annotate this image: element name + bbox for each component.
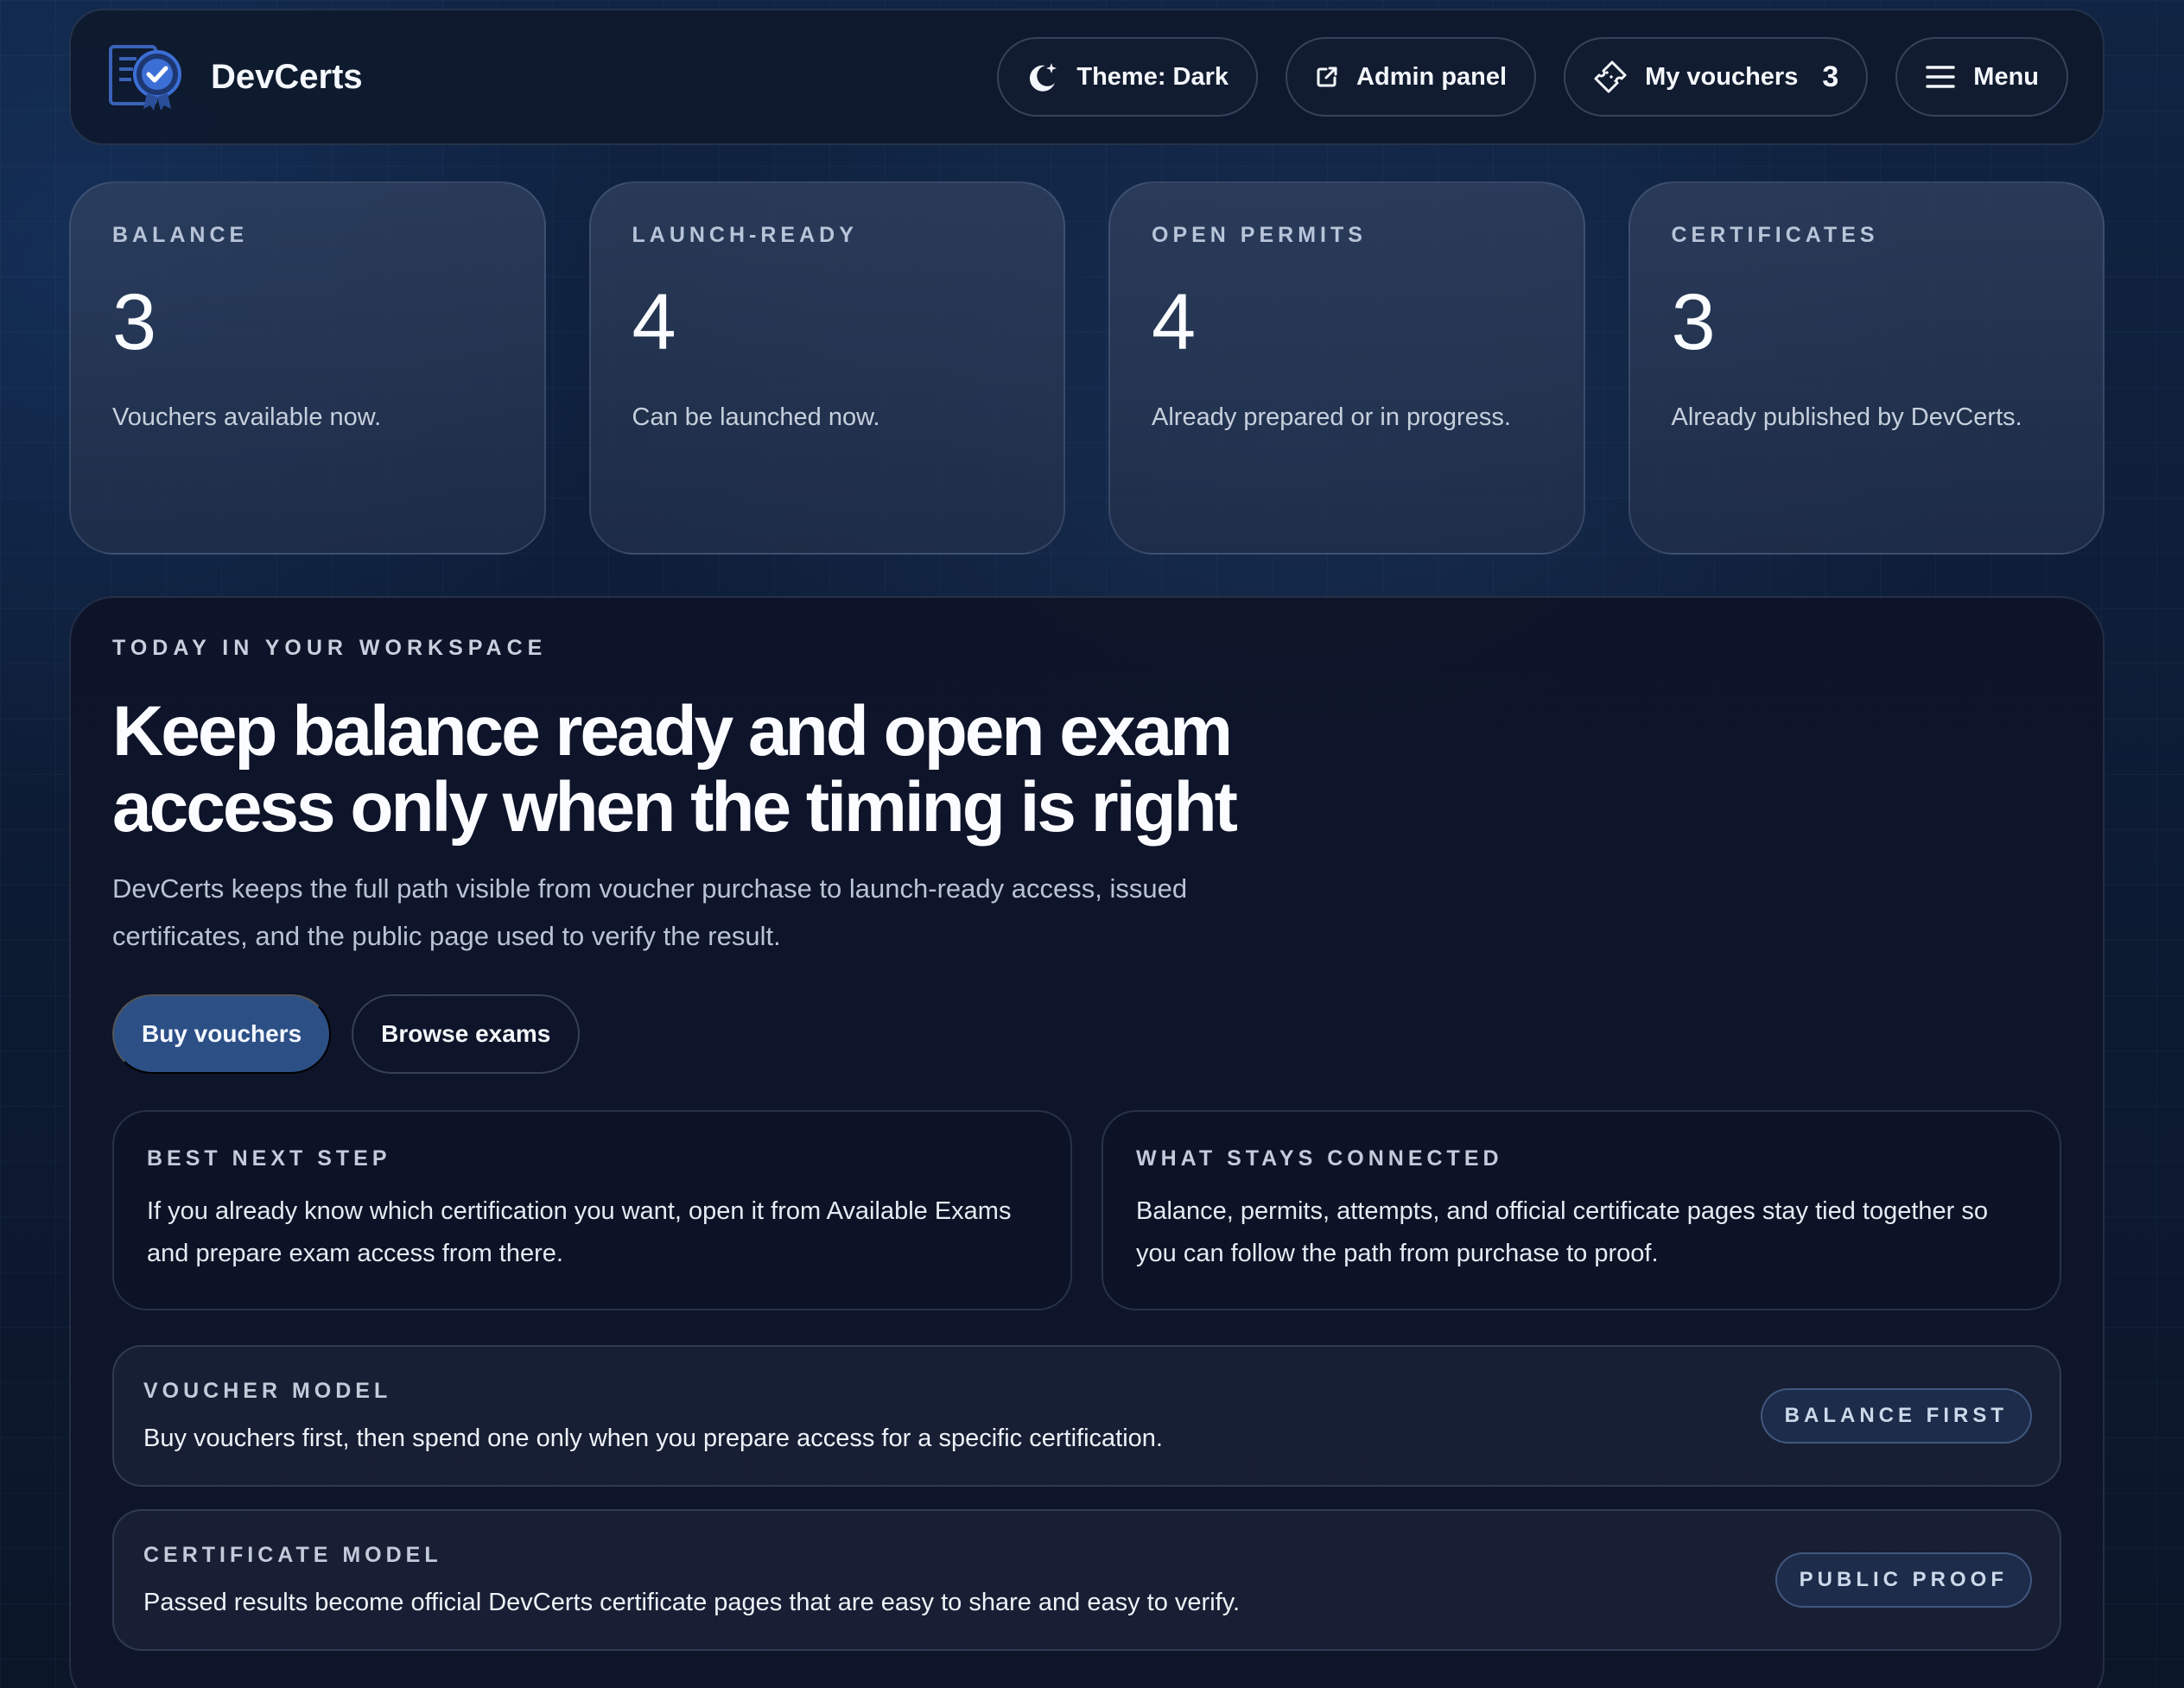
- voucher-model-row: VOUCHER MODEL Buy vouchers first, then s…: [112, 1345, 2061, 1487]
- hero-description: DevCerts keeps the full path visible fro…: [112, 873, 1188, 951]
- stat-label: LAUNCH-READY: [632, 223, 858, 247]
- stat-description: Can be launched now.: [632, 403, 880, 431]
- stat-value: 4: [632, 278, 676, 366]
- status-badge: BALANCE FIRST: [1760, 1388, 2032, 1444]
- menu-label: Menu: [1973, 62, 2039, 91]
- workspace-panel: TODAY IN YOUR WORKSPACE Keep balance rea…: [69, 596, 2105, 1688]
- vouchers-count-badge: 3: [1822, 60, 1839, 93]
- model-label: VOUCHER MODEL: [143, 1379, 392, 1403]
- certificate-badge-icon: [109, 43, 183, 111]
- my-vouchers-button[interactable]: My vouchers 3: [1564, 37, 1869, 117]
- theme-toggle-label: Theme: Dark: [1076, 62, 1229, 91]
- top-header: DevCerts Theme: Dark Admin panel My vouc…: [69, 9, 2105, 145]
- stat-description: Already published by DevCerts.: [1671, 403, 2022, 431]
- info-cards: BEST NEXT STEP If you already know which…: [112, 1110, 2061, 1310]
- stat-description: Vouchers available now.: [112, 403, 382, 431]
- certificate-model-row: CERTIFICATE MODEL Passed results become …: [112, 1509, 2061, 1651]
- theme-toggle-button[interactable]: Theme: Dark: [997, 37, 1259, 117]
- admin-panel-label: Admin panel: [1356, 62, 1508, 91]
- external-link-icon: [1317, 67, 1337, 87]
- app-container: DevCerts Theme: Dark Admin panel My vouc…: [69, 9, 2105, 1688]
- hero-title: Keep balance ready and open exam access …: [112, 692, 1238, 847]
- menu-button[interactable]: Menu: [1895, 37, 2068, 117]
- hero-actions: Buy vouchers Browse exams: [112, 994, 2061, 1074]
- buy-vouchers-button[interactable]: Buy vouchers: [112, 994, 332, 1074]
- brand[interactable]: DevCerts: [109, 43, 363, 111]
- stat-label: BALANCE: [112, 223, 249, 247]
- info-text: If you already know which certification …: [147, 1197, 1012, 1267]
- my-vouchers-label: My vouchers: [1645, 62, 1799, 91]
- brand-name: DevCerts: [211, 57, 363, 96]
- stat-card-balance: BALANCE 3 Vouchers available now.: [69, 181, 546, 555]
- workspace-eyebrow: TODAY IN YOUR WORKSPACE: [112, 636, 548, 660]
- stat-value: 3: [1671, 278, 1716, 366]
- stat-label: CERTIFICATES: [1671, 223, 1879, 247]
- model-content: CERTIFICATE MODEL Passed results become …: [143, 1543, 1240, 1617]
- status-badge: PUBLIC PROOF: [1774, 1552, 2032, 1608]
- stats-row: BALANCE 3 Vouchers available now. LAUNCH…: [69, 181, 2105, 555]
- info-label: WHAT STAYS CONNECTED: [1136, 1146, 1503, 1171]
- info-label: BEST NEXT STEP: [147, 1146, 391, 1171]
- stat-card-certificates: CERTIFICATES 3 Already published by DevC…: [1628, 181, 2105, 555]
- model-text: Buy vouchers first, then spend one only …: [143, 1425, 1163, 1452]
- stat-description: Already prepared or in progress.: [1152, 403, 1511, 431]
- stat-label: OPEN PERMITS: [1152, 223, 1367, 247]
- stat-value: 4: [1152, 278, 1197, 366]
- stat-card-launch-ready: LAUNCH-READY 4 Can be launched now.: [588, 181, 1065, 555]
- browse-exams-button[interactable]: Browse exams: [352, 994, 581, 1074]
- moon-sparkle-icon: [1030, 63, 1057, 92]
- ticket-icon: [1594, 60, 1627, 93]
- model-content: VOUCHER MODEL Buy vouchers first, then s…: [143, 1379, 1163, 1453]
- model-text: Passed results become official DevCerts …: [143, 1589, 1241, 1616]
- stat-value: 3: [112, 278, 157, 366]
- stat-card-open-permits: OPEN PERMITS 4 Already prepared or in pr…: [1108, 181, 1585, 555]
- info-card-what-stays-connected: WHAT STAYS CONNECTED Balance, permits, a…: [1102, 1110, 2061, 1310]
- info-text: Balance, permits, attempts, and official…: [1136, 1197, 1988, 1267]
- header-nav: Theme: Dark Admin panel My vouchers 3 Me…: [997, 37, 2068, 117]
- admin-panel-button[interactable]: Admin panel: [1286, 37, 1537, 117]
- info-card-best-next-step: BEST NEXT STEP If you already know which…: [112, 1110, 1072, 1310]
- model-label: CERTIFICATE MODEL: [143, 1543, 442, 1567]
- hamburger-icon: [1926, 66, 1956, 88]
